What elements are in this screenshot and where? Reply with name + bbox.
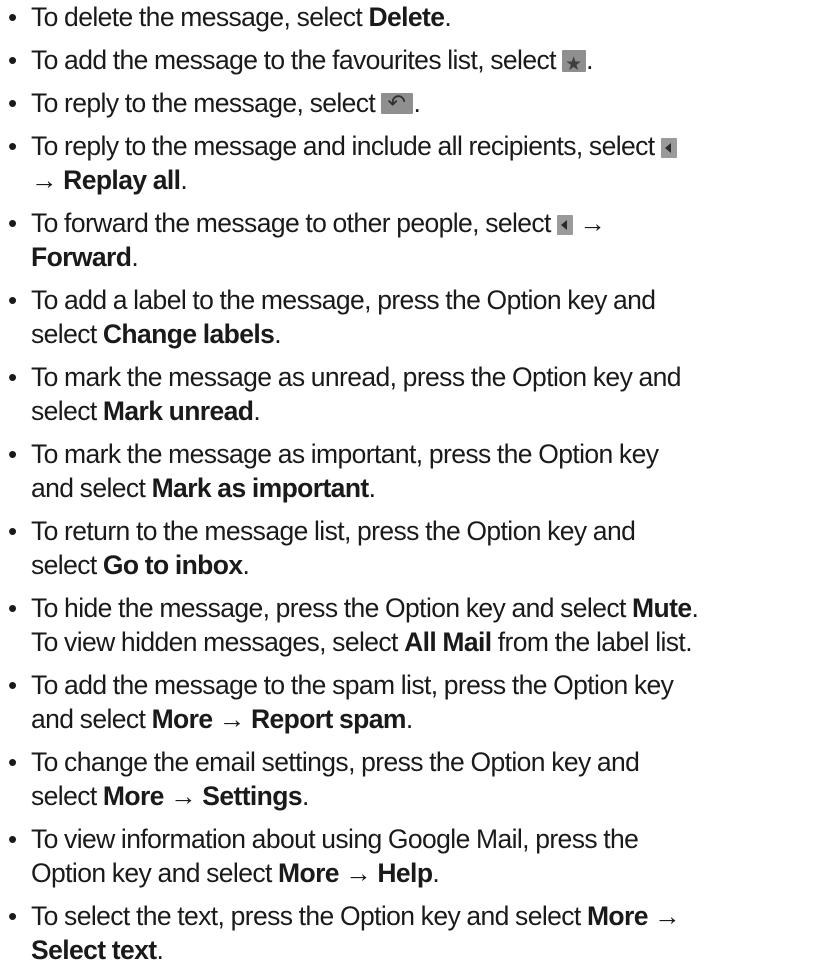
instruction-text: and select [31,473,152,503]
menu-option-name: Report spam [250,704,406,734]
instruction-text: To add the message to the spam list, pre… [31,670,674,700]
instruction-text: To return to the message list, press the… [31,516,636,546]
more-options-arrow-icon [660,138,677,158]
menu-option-name: Mark unread [102,396,254,426]
bullet-marker: • [8,824,17,854]
bullet-marker: • [8,593,17,623]
bullet-marker: • [8,131,17,161]
more-options-arrow-icon [557,215,574,235]
menu-option-name: Help [377,858,433,888]
instruction-text: To mark the message as unread, press the… [31,362,682,392]
list-item: • To mark the message as unread, press th… [4,360,823,428]
instruction-text: . [131,242,139,272]
menu-option-name: Mark as important [151,473,370,503]
instruction-text: select [31,550,103,580]
instruction-text: . [242,550,250,580]
instruction-text: To delete the message, select [31,2,369,32]
menu-option-name: Change labels [102,319,275,349]
instruction-text: select [31,781,103,811]
instruction-text: . [274,319,282,349]
instruction-text: . [444,2,452,32]
bullet-marker: • [8,285,17,315]
bullet-marker: • [8,516,17,546]
list-item: • To hide the message, press the Option k… [4,591,823,659]
bullet-marker: • [8,901,17,931]
bullet-marker: • [8,88,17,118]
instruction-text: → [338,858,378,888]
instruction-text: and select [31,704,152,734]
list-item: • To add a label to the message, press th… [4,283,823,351]
instruction-text: To view hidden messages, select [31,627,405,657]
instruction-text: → [31,165,64,195]
instruction-text: To select the text, press the Option key… [31,901,587,931]
instruction-text: from the label list. [491,627,693,657]
list-item: • To return to the message list, press th… [4,514,823,582]
instruction-text: . [180,165,188,195]
instruction-text: To forward the message to other people, … [31,208,558,238]
list-item: • To select the text, press the Option ke… [4,899,823,967]
menu-option-name: Go to inbox [102,550,243,580]
menu-option-name: All Mail [404,627,492,657]
menu-option-name: More [278,858,340,888]
instruction-list: • To delete the message, select Delete. • T… [4,0,823,967]
menu-option-name: Forward [31,242,132,272]
instruction-text: . [586,45,593,75]
list-item: • To change the email settings, press the… [4,745,823,813]
instruction-text: → [647,901,681,931]
instruction-text: → [573,208,606,238]
instruction-text: To hide the message, press the Option ke… [31,593,633,623]
menu-option-name: Replay all [63,165,181,195]
instruction-text: select [31,319,103,349]
bullet-marker: • [8,670,17,700]
menu-option-name: Select text [31,935,157,965]
instruction-text: To reply to the message and include all … [31,131,661,161]
bullet-marker: • [8,439,17,469]
instruction-text: . [691,593,699,623]
reply-arrow-icon [381,87,414,121]
list-item: • To reply to the message and include all… [4,129,823,197]
bullet-marker: • [8,747,17,777]
instruction-text: To reply to the message, select [31,88,382,118]
bullet-marker: • [8,208,17,238]
list-item: • To mark the message as important, press… [4,437,823,505]
bullet-marker: • [8,45,17,75]
bullet-marker: • [8,362,17,392]
instruction-text: To add a label to the message, press the… [31,285,656,315]
menu-option-name: Settings [202,781,302,811]
list-item: • To add the message to the spam list, pr… [4,668,823,736]
instruction-text: → [163,781,203,811]
list-item: • To reply to the message, select . [4,86,823,121]
menu-option-name: Delete [368,2,445,32]
instruction-text: . [405,704,413,734]
menu-option-name: More [102,781,165,811]
instruction-text: To add the message to the favourites lis… [31,45,563,75]
instruction-text: . [413,88,421,118]
instruction-text: . [368,473,376,503]
bullet-marker: • [8,2,17,32]
instruction-text: Option key and select [31,858,279,888]
favourite-star-icon [562,47,587,81]
list-item: • To view information about using Google … [4,822,823,890]
menu-option-name: Mute [632,593,692,623]
instruction-text: . [253,396,261,426]
list-item: • To delete the message, select Delete. [4,0,823,34]
instruction-text: . [302,781,309,811]
instruction-text: . [156,935,164,965]
instruction-text: To change the email settings, press the … [31,747,640,777]
instruction-text: To mark the message as important, press … [31,439,659,469]
menu-option-name: More [151,704,214,734]
instruction-text: → [212,704,251,734]
instruction-text: select [31,396,103,426]
instruction-text: To view information about using Google M… [31,824,639,854]
instruction-document: • To delete the message, select Delete. • T… [0,0,823,967]
list-item: • To add the message to the favourites li… [4,43,823,81]
list-item: • To forward the message to other people,… [4,206,823,274]
menu-option-name: More [586,901,649,931]
instruction-text: . [432,858,440,888]
